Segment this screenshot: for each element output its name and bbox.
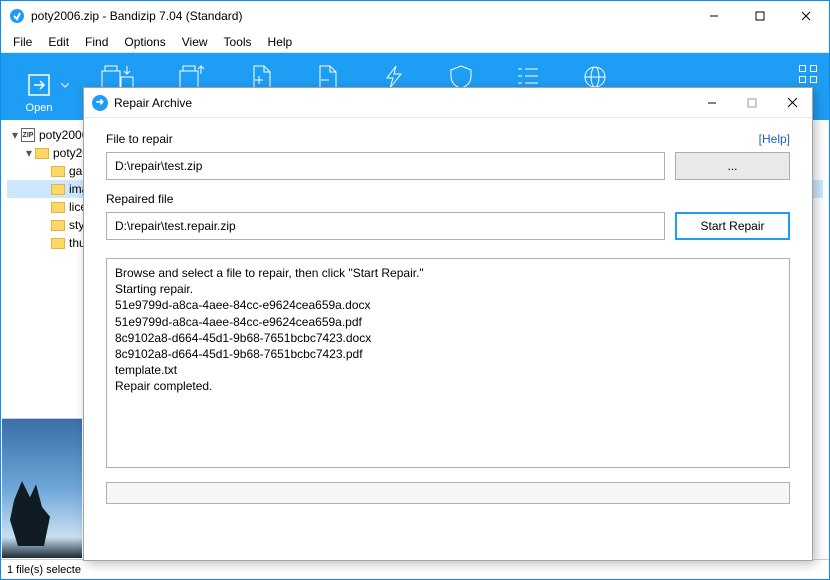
zip-icon: ZIP xyxy=(21,128,35,142)
browse-label: ... xyxy=(727,159,737,173)
app-icon xyxy=(9,8,25,24)
flash-icon[interactable] xyxy=(383,65,405,89)
menu-tools[interactable]: Tools xyxy=(216,35,260,49)
dialog-minimize-button[interactable] xyxy=(692,88,732,118)
repair-dialog: ➜ Repair Archive File to repair [Help] D… xyxy=(83,87,813,561)
new-file-icon[interactable] xyxy=(251,65,273,89)
menu-edit[interactable]: Edit xyxy=(40,35,77,49)
dialog-icon: ➜ xyxy=(92,95,108,111)
chevron-down-icon xyxy=(61,83,69,88)
folder-icon xyxy=(51,202,65,213)
shield-icon[interactable] xyxy=(449,65,473,89)
window-title: poty2006.zip - Bandizip 7.04 (Standard) xyxy=(31,9,691,23)
folder-icon xyxy=(51,220,65,231)
status-text: 1 file(s) selecte xyxy=(7,564,81,576)
browse-button[interactable]: ... xyxy=(675,152,790,180)
list-icon[interactable] xyxy=(517,65,539,87)
close-button[interactable] xyxy=(783,1,829,31)
menu-bar: File Edit Find Options View Tools Help xyxy=(1,31,829,53)
archive-out-icon[interactable] xyxy=(179,65,207,89)
preview-thumbnail xyxy=(2,418,82,558)
folder-icon xyxy=(51,238,65,249)
folder-icon xyxy=(51,166,65,177)
help-link[interactable]: [Help] xyxy=(759,132,790,146)
globe-icon[interactable] xyxy=(583,65,607,89)
minimize-button[interactable] xyxy=(691,1,737,31)
repaired-file-input[interactable]: D:\repair\test.repair.zip xyxy=(106,212,665,240)
start-repair-label: Start Repair xyxy=(700,219,764,233)
repaired-file-value: D:\repair\test.repair.zip xyxy=(115,219,236,233)
start-repair-button[interactable]: Start Repair xyxy=(675,212,790,240)
dialog-title: Repair Archive xyxy=(114,96,692,110)
open-icon xyxy=(26,72,52,98)
open-button[interactable]: Open xyxy=(9,72,69,120)
progress-bar xyxy=(106,482,790,504)
open-label: Open xyxy=(26,102,53,114)
dialog-titlebar: ➜ Repair Archive xyxy=(84,88,812,118)
repaired-file-label: Repaired file xyxy=(106,192,173,206)
repair-log: Browse and select a file to repair, then… xyxy=(106,258,790,468)
menu-file[interactable]: File xyxy=(5,35,40,49)
dialog-close-button[interactable] xyxy=(772,88,812,118)
file-to-repair-value: D:\repair\test.zip xyxy=(115,159,202,173)
remove-file-icon[interactable] xyxy=(317,65,339,89)
main-titlebar: poty2006.zip - Bandizip 7.04 (Standard) xyxy=(1,1,829,31)
dialog-maximize-button[interactable] xyxy=(732,88,772,118)
file-to-repair-label: File to repair xyxy=(106,132,173,146)
menu-find[interactable]: Find xyxy=(77,35,116,49)
menu-view[interactable]: View xyxy=(174,35,216,49)
folder-icon xyxy=(35,148,49,159)
maximize-button[interactable] xyxy=(737,1,783,31)
grid-icon[interactable] xyxy=(799,65,817,83)
file-to-repair-input[interactable]: D:\repair\test.zip xyxy=(106,152,665,180)
status-bar: 1 file(s) selecte xyxy=(1,559,829,579)
menu-options[interactable]: Options xyxy=(116,35,173,49)
folder-icon xyxy=(51,184,65,195)
archive-add-icon[interactable] xyxy=(101,65,135,89)
menu-help[interactable]: Help xyxy=(260,35,301,49)
